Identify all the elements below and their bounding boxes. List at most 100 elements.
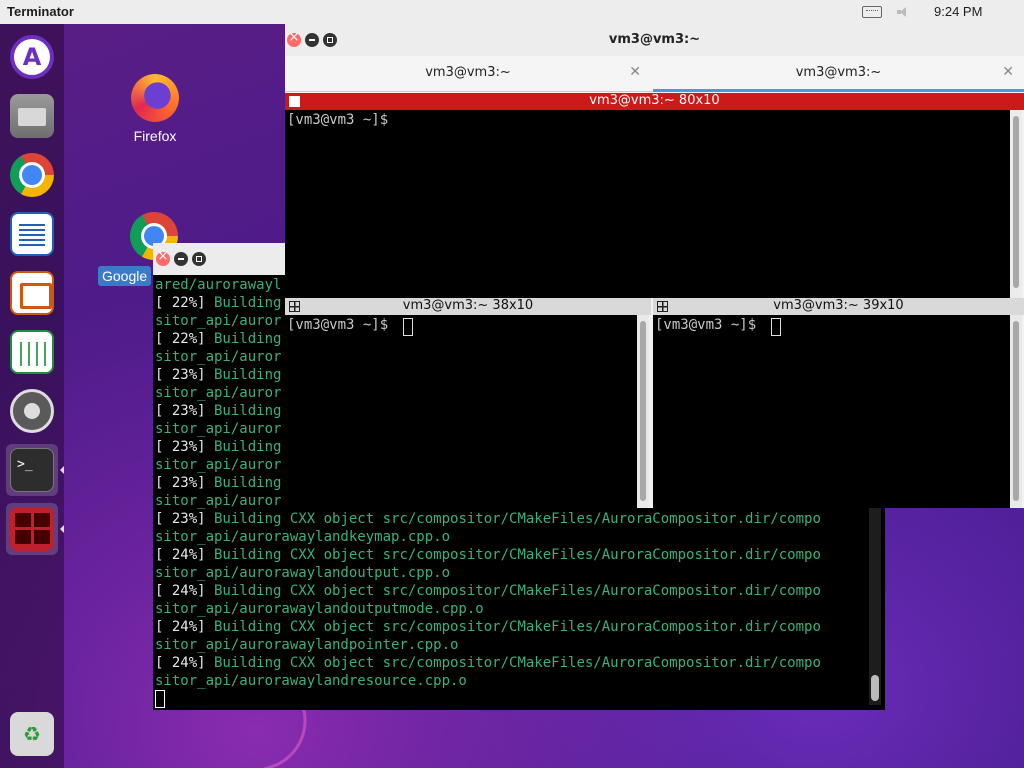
keyboard-icon[interactable] bbox=[862, 6, 882, 18]
maximize-icon[interactable] bbox=[192, 252, 206, 266]
output-text: sitor_api/auror bbox=[155, 349, 282, 365]
terminator-window[interactable]: vm3@vm3:~ vm3@vm3:~ ✕ vm3@vm3:~ ✕ vm3@vm… bbox=[285, 24, 1024, 508]
scrollbar[interactable] bbox=[1010, 110, 1022, 298]
calc-icon bbox=[10, 330, 54, 374]
desktop-icon-label: Google bbox=[98, 266, 152, 286]
aurora-icon bbox=[10, 35, 54, 79]
scrollbar-thumb[interactable] bbox=[640, 321, 646, 501]
dock-item-files[interactable] bbox=[6, 90, 58, 142]
progress-percent: [ 22%] bbox=[155, 295, 206, 311]
output-text: sitor_api/aurorawaylandoutput.cpp.o bbox=[155, 565, 451, 581]
window-titlebar[interactable] bbox=[153, 243, 285, 275]
output-text: sitor_api/aurorawaylandkeymap.cpp.o bbox=[155, 529, 451, 545]
scrollbar-thumb[interactable] bbox=[871, 675, 879, 701]
desktop-icon-label: Firefox bbox=[133, 128, 177, 144]
chrome-icon bbox=[10, 153, 54, 197]
progress-percent: [ 23%] bbox=[155, 475, 206, 491]
output-line: sitor_api/aurorawaylandresource.cpp.o bbox=[155, 672, 867, 690]
output-line: [ 23%] Building CXX object src/composito… bbox=[155, 510, 867, 528]
output-text: sitor_api/auror bbox=[155, 385, 282, 401]
progress-percent: [ 24%] bbox=[155, 655, 206, 671]
shell-prompt: [vm3@vm3 ~]$ bbox=[287, 317, 389, 333]
wallpaper-swirl-decoration bbox=[180, 705, 320, 768]
clock[interactable]: 9:24 PM bbox=[934, 4, 982, 19]
active-app-menu[interactable]: Terminator bbox=[7, 4, 74, 19]
terminal-icon bbox=[10, 448, 54, 492]
progress-percent: [ 24%] bbox=[155, 583, 206, 599]
output-line: sitor_api/aurorawaylandoutputmode.cpp.o bbox=[155, 600, 867, 618]
progress-percent: [ 23%] bbox=[155, 439, 206, 455]
output-text: Building bbox=[205, 295, 282, 311]
scrollbar[interactable] bbox=[637, 315, 649, 508]
output-text: sitor_api/aurorawaylandresource.cpp.o bbox=[155, 673, 467, 689]
top-bar: Terminator 9:24 PM bbox=[0, 0, 1024, 24]
scrollbar-thumb[interactable] bbox=[1013, 321, 1019, 501]
desktop-icon-firefox[interactable]: Firefox bbox=[110, 74, 200, 144]
scrollbar-thumb[interactable] bbox=[1013, 116, 1019, 288]
impress-icon bbox=[10, 271, 54, 315]
progress-percent: [ 24%] bbox=[155, 619, 206, 635]
minimize-icon[interactable] bbox=[174, 252, 188, 266]
dock-item-trash[interactable] bbox=[6, 708, 58, 760]
output-text: Building bbox=[205, 403, 282, 419]
output-line: sitor_api/aurorawaylandkeymap.cpp.o bbox=[155, 528, 867, 546]
scrollbar[interactable] bbox=[1010, 315, 1022, 508]
dock-item-impress[interactable] bbox=[6, 267, 58, 319]
output-text: Building bbox=[205, 475, 282, 491]
scrollbar[interactable] bbox=[869, 505, 881, 705]
settings-icon bbox=[10, 389, 54, 433]
tab-label: vm3@vm3:~ bbox=[425, 65, 511, 80]
dock-item-settings[interactable] bbox=[6, 385, 58, 437]
progress-percent: [ 23%] bbox=[155, 403, 206, 419]
pane-titlebar-focused[interactable]: vm3@vm3:~ 80x10 bbox=[285, 93, 1024, 110]
progress-percent: [ 22%] bbox=[155, 331, 206, 347]
tab-bar: vm3@vm3:~ ✕ vm3@vm3:~ ✕ bbox=[285, 56, 1024, 92]
dock-item-calc[interactable] bbox=[6, 326, 58, 378]
dock-item-terminator[interactable] bbox=[6, 503, 58, 555]
pane-titlebar[interactable]: vm3@vm3:~ 39x10 bbox=[653, 298, 1024, 315]
output-text: Building CXX object src/compositor/CMake… bbox=[205, 511, 821, 527]
terminator-icon bbox=[10, 507, 54, 551]
terminal-pane-bottom-right[interactable]: [vm3@vm3 ~]$ bbox=[653, 315, 1010, 508]
output-text: Building CXX object src/compositor/CMake… bbox=[205, 619, 821, 635]
trash-icon bbox=[10, 712, 54, 756]
output-text: sitor_api/aurorawaylandpointer.cpp.o bbox=[155, 637, 459, 653]
dock-item-aurora[interactable] bbox=[6, 31, 58, 83]
volume-icon[interactable] bbox=[897, 7, 909, 17]
output-text: sitor_api/aurorawaylandoutputmode.cpp.o bbox=[155, 601, 484, 617]
output-text: sitor_api/auror bbox=[155, 313, 282, 329]
output-text: Building CXX object src/compositor/CMake… bbox=[205, 547, 821, 563]
close-tab-icon[interactable]: ✕ bbox=[1002, 64, 1014, 80]
close-tab-icon[interactable]: ✕ bbox=[629, 64, 641, 80]
pane-title: vm3@vm3:~ 80x10 bbox=[589, 93, 720, 108]
window-titlebar[interactable]: vm3@vm3:~ bbox=[285, 24, 1024, 56]
dock-item-terminal[interactable] bbox=[6, 444, 58, 496]
terminal-pane-bottom-left[interactable]: [vm3@vm3 ~]$ bbox=[285, 315, 637, 508]
output-text: ared/aurorawayl bbox=[155, 277, 282, 293]
terminal-cursor bbox=[403, 318, 413, 336]
output-text: Building CXX object src/compositor/CMake… bbox=[205, 583, 821, 599]
output-line: [ 24%] Building CXX object src/composito… bbox=[155, 654, 867, 672]
tab-1[interactable]: vm3@vm3:~ ✕ bbox=[285, 56, 651, 92]
writer-icon bbox=[10, 212, 54, 256]
terminal-pane-top[interactable]: [vm3@vm3 ~]$ bbox=[285, 110, 1010, 298]
output-text: Building bbox=[205, 331, 282, 347]
tab-2[interactable]: vm3@vm3:~ ✕ bbox=[653, 56, 1024, 92]
dock bbox=[0, 24, 64, 768]
output-line: [ 24%] Building CXX object src/composito… bbox=[155, 546, 867, 564]
dock-item-chrome[interactable] bbox=[6, 149, 58, 201]
pane-title: vm3@vm3:~ 38x10 bbox=[402, 298, 534, 313]
output-text: Building bbox=[205, 367, 282, 383]
output-line: [ 24%] Building CXX object src/composito… bbox=[155, 582, 867, 600]
running-indicator bbox=[60, 466, 64, 474]
tab-label: vm3@vm3:~ bbox=[795, 65, 882, 80]
close-icon[interactable] bbox=[156, 249, 170, 266]
terminal-cursor bbox=[155, 690, 165, 708]
output-text: Building CXX object src/compositor/CMake… bbox=[205, 655, 821, 671]
dock-item-writer[interactable] bbox=[6, 208, 58, 260]
output-line: [ 24%] Building CXX object src/composito… bbox=[155, 618, 867, 636]
pane-title: vm3@vm3:~ 39x10 bbox=[773, 298, 904, 313]
progress-percent: [ 24%] bbox=[155, 547, 206, 563]
pane-titlebar[interactable]: vm3@vm3:~ 38x10 bbox=[285, 298, 651, 315]
running-indicator bbox=[60, 525, 64, 533]
